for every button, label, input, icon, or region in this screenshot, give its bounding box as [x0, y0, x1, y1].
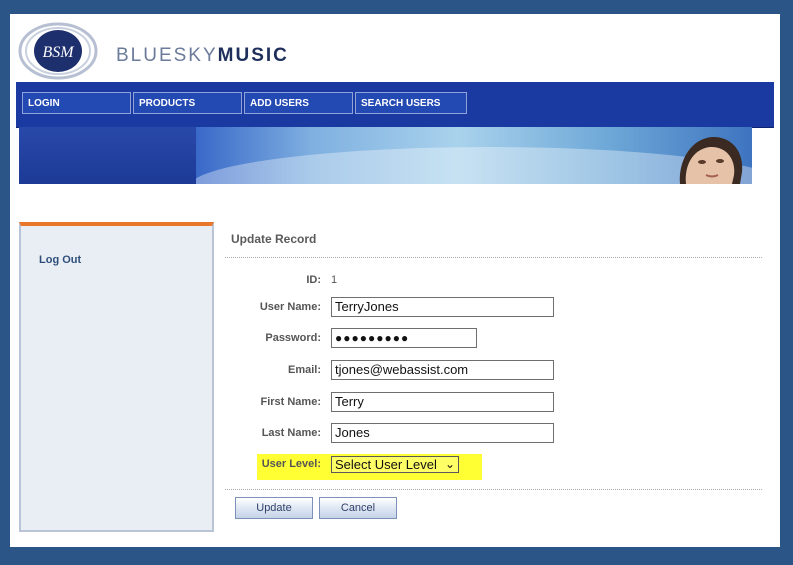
main-nav: LOGIN PRODUCTS ADD USERS SEARCH USERS — [16, 82, 774, 128]
logo-mark-text: BSM — [42, 44, 75, 61]
header-banner — [19, 127, 752, 184]
sidebar: Log Out — [19, 222, 214, 532]
brand-bold: MUSIC — [217, 45, 289, 66]
password-field[interactable]: ●●●●●●●●● — [331, 328, 477, 348]
logout-link[interactable]: Log Out — [39, 254, 81, 266]
lastname-field[interactable]: Jones — [331, 423, 554, 443]
update-button[interactable]: Update — [235, 497, 313, 519]
username-field[interactable]: TerryJones — [331, 297, 554, 317]
cancel-button[interactable]: Cancel — [319, 497, 397, 519]
divider-top — [225, 257, 762, 258]
nav-products[interactable]: PRODUCTS — [133, 92, 242, 114]
password-label: Password: — [265, 332, 321, 344]
brand-light: BLUESKY — [116, 45, 218, 66]
username-label: User Name: — [259, 301, 321, 313]
logo[interactable]: BSM BLUESKYMUSIC — [18, 22, 378, 80]
id-value: 1 — [331, 274, 338, 286]
nav-login[interactable]: LOGIN — [22, 92, 131, 114]
lastname-label: Last Name: — [261, 427, 321, 439]
brand-name: BLUESKYMUSIC — [116, 45, 289, 67]
user-level-select[interactable]: Select User Level ⌄ — [331, 456, 459, 473]
id-label: ID: — [306, 274, 321, 286]
email-label: Email: — [287, 364, 321, 376]
divider-bottom — [225, 489, 762, 490]
banner-dark-panel — [19, 127, 196, 184]
nav-search-users[interactable]: SEARCH USERS — [355, 92, 467, 114]
userlevel-label: User Level: — [261, 458, 321, 470]
page: BSM BLUESKYMUSIC LOGIN PRODUCTS ADD USER… — [10, 14, 780, 547]
firstname-field[interactable]: Terry — [331, 392, 554, 412]
form-title: Update Record — [231, 232, 317, 246]
email-field[interactable]: tjones@webassist.com — [331, 360, 554, 380]
firstname-label: First Name: — [260, 396, 321, 408]
chevron-down-icon: ⌄ — [444, 457, 455, 471]
nav-add-users[interactable]: ADD USERS — [244, 92, 353, 114]
user-level-selected: Select User Level — [335, 457, 437, 472]
woman-face-image — [679, 136, 743, 184]
bsm-logo-icon: BSM — [18, 22, 98, 80]
